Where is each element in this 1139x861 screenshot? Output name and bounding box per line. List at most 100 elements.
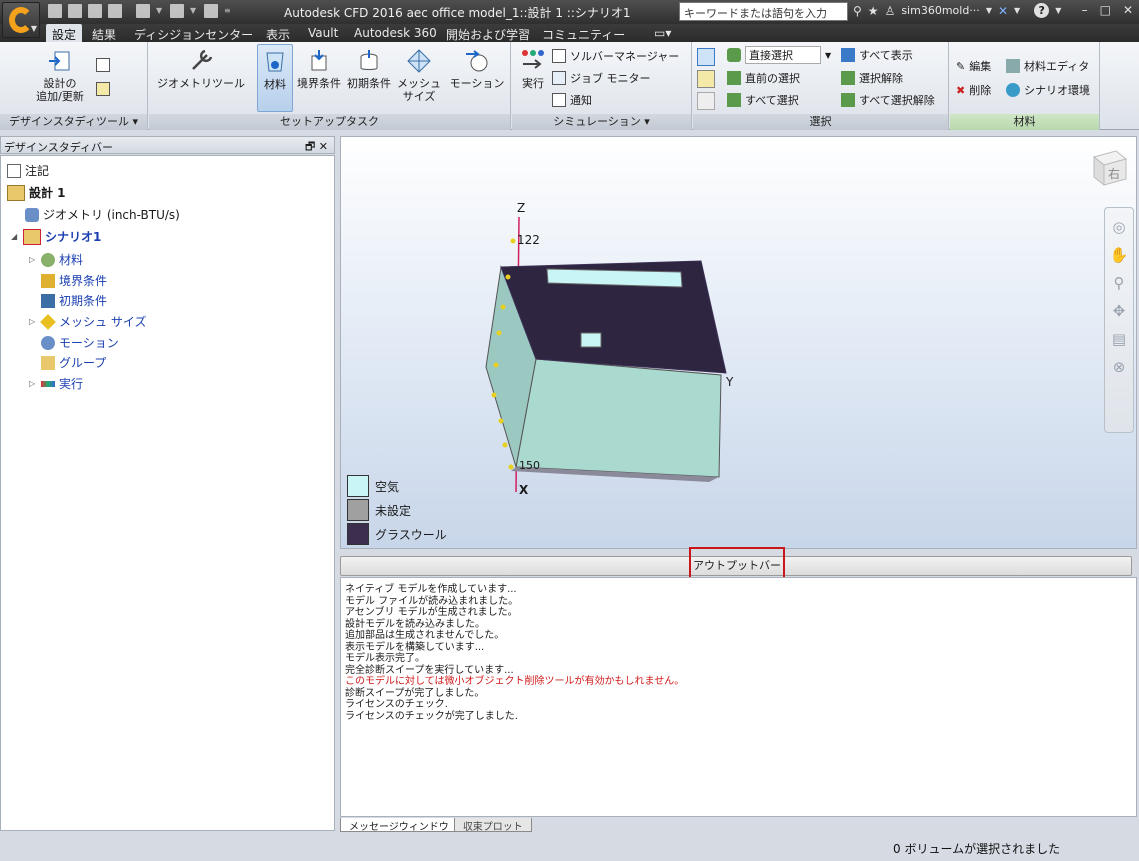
collapse-icon[interactable]: ▷ xyxy=(29,379,37,388)
tree-item-materials[interactable]: ▷ 材料 xyxy=(29,251,83,268)
previous-select-button[interactable]: 直前の選択 xyxy=(727,70,800,86)
minimize-icon[interactable]: – xyxy=(1082,3,1088,17)
user-icon[interactable]: ♙ xyxy=(885,4,896,18)
tab-getting-started[interactable]: 開始および学習 xyxy=(440,24,536,42)
search-input[interactable]: キーワードまたは語句を入力 xyxy=(679,2,848,21)
job-monitor-button[interactable]: ジョブ モニター xyxy=(552,70,651,86)
edit-material-button[interactable]: ✎ 編集 xyxy=(956,58,991,74)
tab-autodesk-360[interactable]: Autodesk 360 xyxy=(348,24,443,42)
select-title: 選択 xyxy=(693,114,948,130)
select-mode-icon[interactable] xyxy=(697,48,715,66)
direct-select-dropdown[interactable]: 直接選択 ▼ xyxy=(727,46,831,64)
run-button[interactable]: 実行 xyxy=(516,48,550,90)
ribbon: 設計の 追加/更新 デザインスタディツール ▾ ジオメトリツール 材料 境界条件… xyxy=(0,42,1139,130)
view-icon[interactable] xyxy=(170,4,184,18)
tab-convergence-plot[interactable]: 収束プロット xyxy=(453,818,532,833)
pan-icon[interactable]: ✋ xyxy=(1105,246,1133,264)
legend-item: 未設定 xyxy=(347,499,411,521)
expand-icon[interactable]: ◢ xyxy=(11,232,19,241)
customize-icon[interactable]: ≡ xyxy=(224,4,232,18)
design-study-tools-title[interactable]: デザインスタディツール ▾ xyxy=(0,114,147,130)
collapse-icon[interactable]: ▷ xyxy=(29,255,37,264)
chevron-down-icon[interactable]: ▼ xyxy=(156,4,164,18)
steering-wheel-icon[interactable]: ◎ xyxy=(1105,218,1133,236)
tree-item-scenario[interactable]: ◢ シナリオ1 xyxy=(11,228,101,245)
materials-icon xyxy=(41,252,55,267)
delete-material-button[interactable]: ✖ 削除 xyxy=(956,82,991,98)
undock-icon[interactable]: 🗗 xyxy=(305,140,315,153)
tree-item-groups[interactable]: グループ xyxy=(41,354,106,371)
mesh-size-button[interactable]: メッシュ サイズ xyxy=(395,48,443,103)
solver-manager-button[interactable]: ソルバーマネージャー xyxy=(552,48,679,64)
initial-conditions-button[interactable]: 初期条件 xyxy=(345,48,393,90)
deselect-all-button[interactable]: すべて選択解除 xyxy=(841,92,935,108)
collapse-icon[interactable]: ▷ xyxy=(29,317,37,326)
tab-setup[interactable]: 設定 xyxy=(46,24,83,42)
application-menu-button[interactable]: ▼ xyxy=(2,2,40,38)
design-study-icon[interactable] xyxy=(136,4,150,18)
save-icon[interactable] xyxy=(88,4,102,18)
select-box-icon[interactable] xyxy=(697,92,715,110)
material-editor-button[interactable]: 材料エディタ xyxy=(1006,58,1089,74)
add-update-design-button[interactable]: 設計の 追加/更新 xyxy=(30,48,90,103)
3d-viewport[interactable]: Z Y X 122 150 右 ◎ ✋ ⚲ ✥ ▤ ⊗ 空気 未設定 グラスウー… xyxy=(340,136,1137,549)
output-bar[interactable]: アウトプットバー xyxy=(340,547,1132,584)
binoculars-icon[interactable]: ⚲ xyxy=(853,4,862,18)
simulation-title[interactable]: シミュレーション ▾ xyxy=(512,114,691,130)
select-filter-icon[interactable] xyxy=(697,70,715,88)
geometry-icon xyxy=(25,207,39,222)
tree-item-notes[interactable]: 注記 xyxy=(7,162,49,179)
viewcube[interactable]: 右 xyxy=(1090,147,1128,187)
chevron-down-icon[interactable]: ▼ xyxy=(1055,6,1061,15)
tab-community[interactable]: コミュニティー xyxy=(536,24,631,42)
tree-item-boundary-conditions[interactable]: 境界条件 xyxy=(41,272,107,289)
settings-icon[interactable] xyxy=(204,4,218,18)
tree-item-design[interactable]: 設計 1 xyxy=(7,184,66,201)
user-name[interactable]: sim360mold··· xyxy=(901,4,979,17)
message-line: 完全診断スイープを実行しています... xyxy=(345,664,514,676)
message-line: 追加部品は生成されませんでした。 xyxy=(345,630,505,641)
copy-design-icon[interactable] xyxy=(96,58,110,72)
deselect-button[interactable]: 選択解除 xyxy=(841,70,903,86)
motion-icon xyxy=(466,50,488,72)
open-file-icon[interactable] xyxy=(68,4,82,18)
select-all-button[interactable]: すべて選択 xyxy=(727,92,799,108)
help-icon[interactable]: ? xyxy=(1034,3,1050,18)
exchange-icon[interactable]: ✕ xyxy=(998,4,1008,18)
tree-item-run[interactable]: ▷ 実行 xyxy=(29,375,83,392)
tab-results[interactable]: 結果 xyxy=(86,24,122,42)
orbit-icon[interactable]: ✥ xyxy=(1105,302,1133,320)
look-at-icon[interactable]: ▤ xyxy=(1105,330,1133,348)
scenario-environment-button[interactable]: シナリオ環境 xyxy=(1006,82,1090,98)
tab-message-window[interactable]: メッセージウィンドウ xyxy=(340,818,458,833)
previous-select-icon xyxy=(727,71,741,85)
motion-button[interactable]: モーション xyxy=(447,48,507,90)
tab-decision-center[interactable]: ディシジョンセンター xyxy=(128,24,259,42)
chevron-down-icon[interactable]: ▼ xyxy=(190,4,198,18)
tab-view[interactable]: 表示 xyxy=(260,24,296,42)
tab-vault[interactable]: Vault xyxy=(302,24,344,42)
tree-item-initial-conditions[interactable]: 初期条件 xyxy=(41,292,107,309)
tree-item-motion[interactable]: モーション xyxy=(41,334,119,351)
tree-item-mesh-size[interactable]: ▷ メッシュ サイズ xyxy=(29,313,146,330)
close-icon[interactable]: ⊗ xyxy=(1105,358,1133,376)
tab-extra-dropdown[interactable]: ▭▾ xyxy=(648,24,677,42)
status-text: 0 ボリュームが選択されました xyxy=(893,842,1061,856)
star-icon[interactable]: ★ xyxy=(868,4,879,18)
materials-button[interactable]: 材料 xyxy=(257,44,293,112)
tree-item-geometry[interactable]: ジオメトリ (inch-BTU/s) xyxy=(25,206,180,223)
show-all-button[interactable]: すべて表示 xyxy=(841,47,913,63)
new-file-icon[interactable] xyxy=(48,4,62,18)
close-icon[interactable]: ✕ xyxy=(1123,3,1133,17)
close-icon[interactable]: ✕ xyxy=(319,140,328,153)
run-icon xyxy=(41,380,55,387)
zoom-icon[interactable]: ⚲ xyxy=(1105,274,1133,292)
chevron-down-icon[interactable]: ▼ xyxy=(1014,6,1020,15)
save-as-icon[interactable] xyxy=(108,4,122,18)
edit-design-icon[interactable] xyxy=(96,82,110,96)
chevron-down-icon[interactable]: ▼ xyxy=(986,6,992,15)
maximize-icon[interactable]: □ xyxy=(1100,3,1111,17)
notify-button[interactable]: 通知 xyxy=(552,92,592,108)
geometry-tools-button[interactable]: ジオメトリツール xyxy=(153,48,249,90)
boundary-conditions-button[interactable]: 境界条件 xyxy=(295,48,343,90)
